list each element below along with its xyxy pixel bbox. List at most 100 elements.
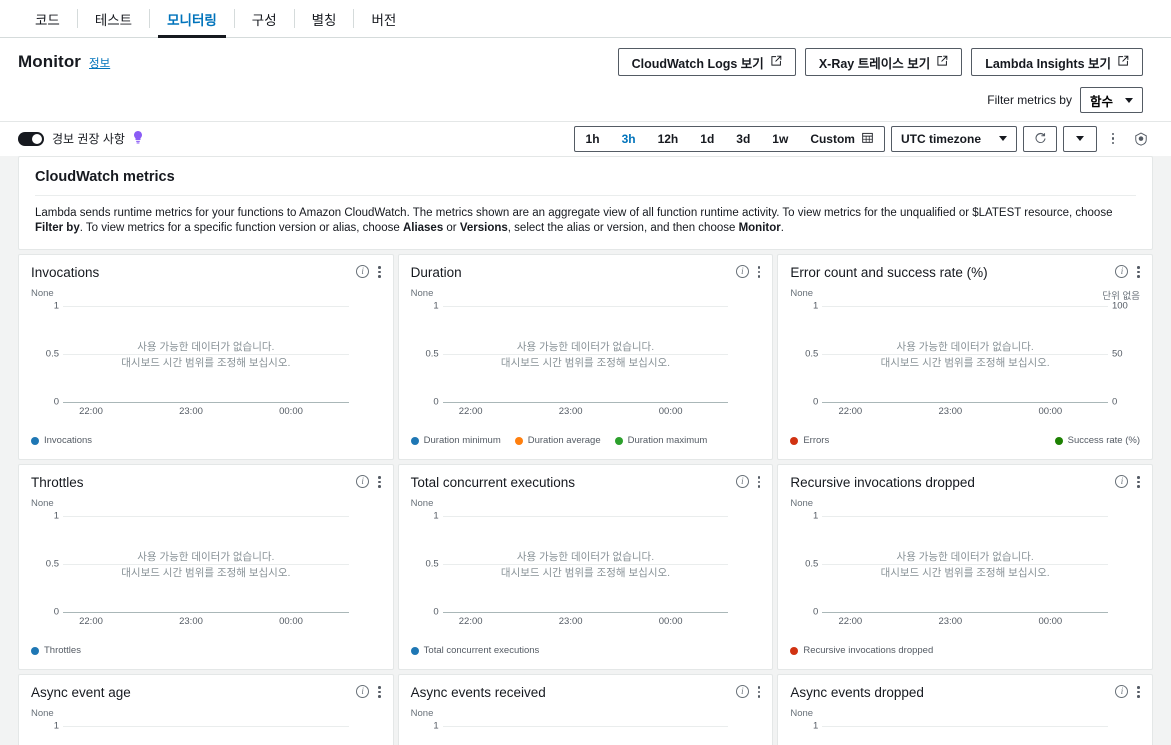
time-range-1w[interactable]: 1w (761, 127, 799, 151)
info-icon[interactable]: i (1115, 265, 1129, 279)
metrics-grid: Invocations i None 1 0.5 0 22:00 23:00 00:00 사용 가… (18, 254, 1153, 745)
chevron-down-icon (1076, 136, 1084, 141)
legend-label: Duration average (527, 435, 601, 447)
page-title: Monitor (18, 52, 82, 71)
kebab-menu-icon[interactable] (378, 266, 381, 278)
y-tick-label: 0.5 (45, 348, 59, 360)
gridline (63, 516, 349, 518)
page-info-link[interactable]: 정보 (89, 55, 110, 71)
header-button-row: CloudWatch Logs 보기 X-Ray 트레이스 보기 Lambda In… (617, 48, 1143, 76)
alarm-recommendations-toggle[interactable] (18, 131, 44, 146)
metric-card-actions: i (356, 475, 381, 489)
header-button-2[interactable]: X-Ray 트레이스 보기 (804, 48, 963, 76)
empty-state-line-1: 사용 가능한 데이터가 없습니다. (137, 551, 275, 564)
filter-metrics-select[interactable]: 함수 (1079, 87, 1143, 113)
plot-axis-area: 1 0.5 0 22:00 23:00 00:00 사용 가능한 데이터가 없습니다. 대시보… (31, 301, 381, 417)
gridline (822, 726, 1108, 728)
legend-item[interactable]: Total concurrent executions (410, 645, 540, 657)
gridline (442, 726, 729, 728)
info-icon[interactable]: i (356, 265, 370, 279)
legend-label: Recursive invocations dropped (803, 645, 934, 657)
metric-card-title: Invocations (31, 265, 100, 281)
timezone-value: UTC timezone (900, 131, 981, 146)
tab-5[interactable]: 별칭 (295, 0, 354, 37)
empty-state-line-1: 사용 가능한 데이터가 없습니다. (896, 551, 1034, 564)
metric-card-actions: i (356, 265, 381, 279)
legend-item[interactable]: Invocations (31, 435, 92, 446)
kebab-menu-icon[interactable] (757, 686, 761, 698)
lightbulb-icon (133, 130, 143, 147)
kebab-menu-icon[interactable] (757, 476, 761, 488)
kebab-menu-icon[interactable] (378, 686, 381, 698)
time-range-3h[interactable]: 3h (611, 127, 647, 151)
y-tick-label: 0.5 (425, 348, 439, 360)
info-icon[interactable]: i (1115, 685, 1129, 699)
legend-label: Total concurrent executions (423, 645, 540, 657)
gridline (822, 402, 1108, 404)
info-icon[interactable]: i (1115, 475, 1129, 489)
time-range-1d[interactable]: 1d (689, 127, 725, 151)
info-icon[interactable]: i (735, 685, 749, 699)
gridline (442, 306, 729, 308)
tab-4[interactable]: 구성 (235, 0, 294, 37)
legend-item[interactable]: Duration maximum (614, 435, 707, 446)
info-icon[interactable]: i (356, 685, 370, 699)
gridline (442, 402, 729, 404)
refresh-button[interactable] (1023, 125, 1057, 152)
toolbar-kebab-menu[interactable] (1101, 126, 1125, 152)
time-range-3d[interactable]: 3d (725, 127, 761, 151)
x-tick-label: 23:00 (179, 616, 203, 628)
x-tick-label: 23:00 (179, 406, 203, 418)
empty-state-line-1: 사용 가능한 데이터가 없습니다. (516, 551, 655, 564)
legend-item[interactable]: Duration average (514, 435, 601, 447)
time-range-12h[interactable]: 12h (647, 127, 690, 151)
header-button-1[interactable]: CloudWatch Logs 보기 (617, 48, 796, 76)
refresh-interval-dropdown[interactable] (1063, 125, 1097, 152)
legend-color-dot (790, 646, 799, 655)
kebab-menu-icon[interactable] (1137, 686, 1140, 698)
kebab-menu-icon[interactable] (1137, 266, 1140, 278)
x-tick-label: 22:00 (838, 406, 863, 418)
plot-axis-area: 1 100 0.5 50 0 0 22:00 23:00 00:00 사용 가능한 데이터가 없습… (790, 301, 1140, 418)
time-range-custom[interactable]: Custom (799, 127, 884, 151)
legend-item[interactable]: Errors (790, 435, 829, 446)
info-icon[interactable]: i (735, 475, 749, 489)
time-range-1h[interactable]: 1h (575, 127, 611, 151)
metric-card-title: Throttles (31, 475, 84, 491)
empty-state-message: 사용 가능한 데이터가 없습니다. 대시보드 시간 범위를 조정해 보십시오. (63, 550, 349, 580)
chart-legend: Errors Success rate (%) (790, 435, 1140, 446)
kebab-menu-icon[interactable] (1137, 476, 1140, 488)
chevron-down-icon (1125, 97, 1133, 103)
legend-item[interactable]: Success rate (%) (1054, 435, 1140, 447)
tab-6[interactable]: 버전 (354, 0, 413, 37)
tab-3[interactable]: 모니터링 (150, 0, 234, 38)
toggle-knob (32, 133, 42, 144)
metric-plot: None1사용 가능한 데이터가 없습니다.대시보드 시간 범위를 조정해 보십… (790, 708, 1140, 745)
header-button-3[interactable]: Lambda Insights 보기 (971, 48, 1143, 76)
legend-item[interactable]: Throttles (31, 645, 81, 656)
legend-label: Success rate (%) (1067, 435, 1140, 447)
kebab-menu-icon[interactable] (378, 476, 381, 488)
desc-part-3: or (443, 221, 460, 234)
timezone-select[interactable]: UTC timezone (890, 125, 1017, 152)
legend-item[interactable]: Duration minimum (410, 435, 501, 446)
legend-item[interactable]: Recursive invocations dropped (790, 645, 933, 656)
kebab-menu-icon[interactable] (757, 266, 761, 278)
tab-1[interactable]: 코드 (18, 0, 77, 37)
time-range-controls: 1h 3h 12h 1d 3d 1w Custom UTC timezone (573, 125, 1153, 152)
metric-card-actions: i (735, 685, 761, 699)
metric-card-8: Async events received i None1사용 가능한 데이터가 없… (397, 674, 774, 745)
legend-color-dot (31, 646, 39, 655)
info-icon[interactable]: i (356, 475, 370, 489)
clock-settings-button[interactable] (1129, 126, 1153, 152)
info-icon[interactable]: i (735, 265, 749, 279)
tab-2[interactable]: 테스트 (78, 0, 149, 37)
plot-axis-area: 1사용 가능한 데이터가 없습니다.대시보드 시간 범위를 조정해 보십시오. (790, 721, 1140, 745)
y-tick-label: 0 (53, 396, 59, 408)
metric-card-header: Async events dropped i (790, 685, 1140, 700)
empty-state-line-2: 대시보드 시간 범위를 조정해 보십시오. (880, 566, 1050, 579)
metric-card-title: Duration (410, 265, 462, 281)
metric-card-header: Total concurrent executions i (411, 475, 761, 490)
legend-label: Errors (803, 435, 830, 447)
y-tick-label: 1 (53, 300, 59, 312)
